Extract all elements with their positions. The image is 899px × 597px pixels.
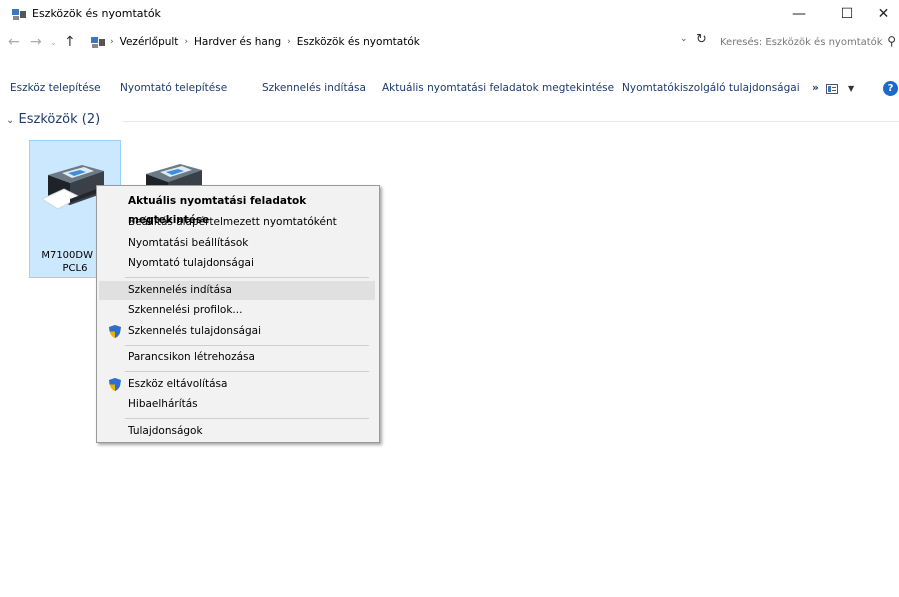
menu-item-create-shortcut[interactable]: Parancsikon létrehozása — [99, 348, 375, 367]
menu-item-start-scan[interactable]: Szkennelés indítása — [99, 281, 375, 300]
menu-item-printing-preferences[interactable]: Nyomtatási beállítások — [99, 234, 375, 253]
menu-item-label: Szkennelés tulajdonságai — [128, 325, 262, 337]
window-title: Eszközök és nyomtatók — [32, 7, 161, 20]
group-header-label: Eszközök (2) — [18, 112, 101, 127]
breadcrumb-separator: › — [184, 37, 189, 47]
more-commands-button[interactable]: » — [812, 82, 819, 94]
refresh-icon[interactable]: ↻ — [696, 32, 707, 47]
devices-printers-icon — [12, 9, 26, 20]
view-dropdown-icon[interactable]: ▼ — [848, 84, 854, 93]
view-print-jobs-button[interactable]: Aktuális nyomtatási feladatok megtekinté… — [382, 82, 614, 94]
menu-separator — [125, 345, 369, 346]
command-bar: Eszköz telepítése Nyomtató telepítése Sz… — [0, 76, 899, 102]
recent-locations-button[interactable]: ⌄ — [50, 38, 57, 47]
menu-item-label: Nyomtató tulajdonságai — [128, 257, 254, 269]
chevron-down-icon[interactable]: ⌄ — [6, 115, 14, 126]
address-path[interactable]: › Vezérlőpult › Hardver és hang › Eszköz… — [90, 32, 708, 52]
breadcrumb-control-panel[interactable]: Vezérlőpult — [120, 36, 179, 48]
maximize-button[interactable]: ☐ — [827, 0, 867, 28]
group-divider — [122, 121, 899, 122]
search-placeholder: Keresés: Eszközök és nyomtatók — [720, 36, 883, 48]
search-icon[interactable]: ⚲ — [887, 34, 896, 48]
help-button[interactable]: ? — [883, 81, 898, 96]
minimize-button[interactable]: — — [779, 0, 819, 28]
menu-item-properties[interactable]: Tulajdonságok — [99, 422, 375, 441]
menu-item-label: Szkennelési profilok... — [128, 304, 243, 316]
menu-item-scan-profiles[interactable]: Szkennelési profilok... — [99, 301, 375, 320]
forward-button[interactable]: → — [30, 34, 42, 50]
menu-separator — [125, 371, 369, 372]
menu-item-label: Beállítás alapértelmezett nyomtatóként — [128, 216, 337, 228]
breadcrumb-separator: › — [110, 37, 114, 47]
group-header[interactable]: ⌄ Eszközök (2) — [6, 112, 100, 127]
search-input[interactable]: Keresés: Eszközök és nyomtatók ⚲ — [712, 32, 898, 52]
up-button[interactable]: ↑ — [64, 34, 76, 50]
address-bar: ← → ⌄ ↑ › Vezérlőpult › Hardver és hang … — [0, 30, 899, 56]
close-button[interactable]: ✕ — [868, 0, 899, 28]
menu-item-label: Eszköz eltávolítása — [128, 378, 228, 390]
title-bar: Eszközök és nyomtatók — ☐ ✕ — [0, 0, 899, 28]
print-server-properties-button[interactable]: Nyomtatókiszolgáló tulajdonságai — [622, 82, 800, 94]
devices-printers-icon — [91, 36, 105, 48]
uac-shield-icon — [109, 325, 121, 338]
menu-item-printer-properties[interactable]: Nyomtató tulajdonságai — [99, 254, 375, 273]
menu-item-set-default-printer[interactable]: Beállítás alapértelmezett nyomtatóként — [99, 213, 375, 232]
uac-shield-icon — [109, 378, 121, 391]
breadcrumb-hardware-sound[interactable]: Hardver és hang — [194, 36, 281, 48]
menu-item-label: Tulajdonságok — [128, 425, 203, 437]
menu-item-label: Hibaelhárítás — [128, 398, 198, 410]
menu-separator — [125, 277, 369, 278]
menu-item-label: Szkennelés indítása — [128, 284, 232, 296]
install-device-button[interactable]: Eszköz telepítése — [10, 82, 101, 94]
menu-item-scan-properties[interactable]: Szkennelés tulajdonságai — [99, 322, 375, 341]
menu-item-troubleshoot[interactable]: Hibaelhárítás — [99, 395, 375, 414]
install-printer-button[interactable]: Nyomtató telepítése — [120, 82, 227, 94]
menu-separator — [125, 418, 369, 419]
address-dropdown-icon[interactable]: ⌄ — [680, 34, 688, 44]
breadcrumb-separator: › — [287, 37, 291, 47]
menu-item-remove-device[interactable]: Eszköz eltávolítása — [99, 375, 375, 394]
menu-item-view-print-jobs[interactable]: Aktuális nyomtatási feladatok megtekinté… — [99, 192, 375, 226]
change-view-icon[interactable] — [826, 84, 838, 94]
menu-item-label: Nyomtatási beállítások — [128, 237, 249, 249]
breadcrumb-devices-printers[interactable]: Eszközök és nyomtatók — [297, 36, 420, 48]
menu-item-label: Parancsikon létrehozása — [128, 351, 255, 363]
start-scan-button[interactable]: Szkennelés indítása — [262, 82, 366, 94]
context-menu: Aktuális nyomtatási feladatok megtekinté… — [96, 185, 380, 443]
back-button[interactable]: ← — [8, 34, 20, 50]
